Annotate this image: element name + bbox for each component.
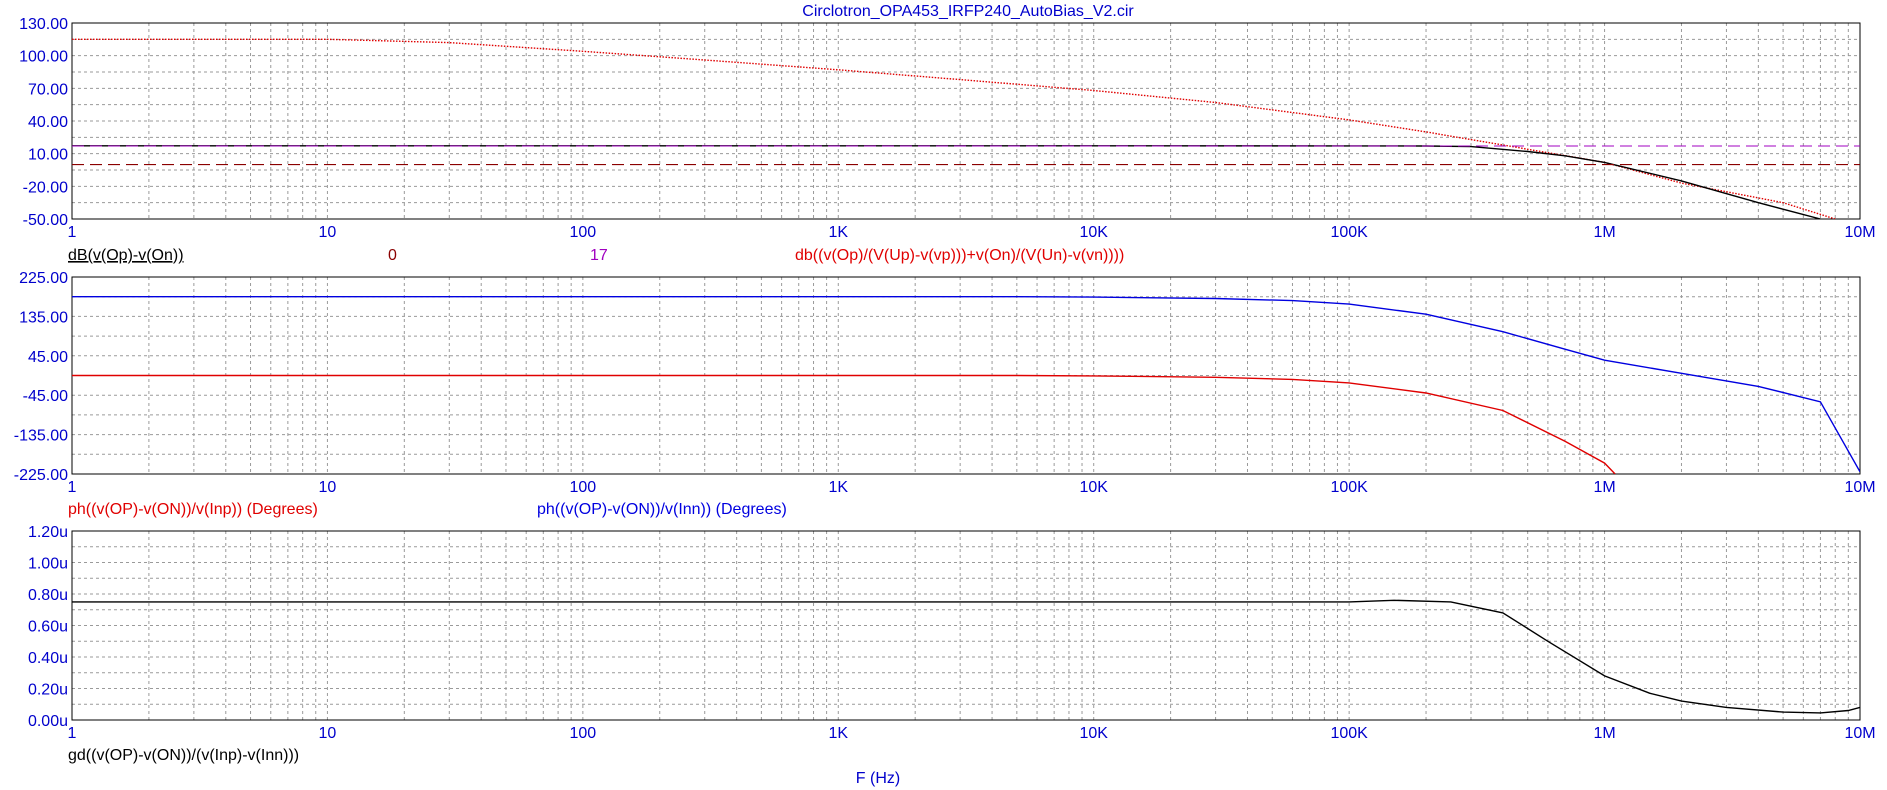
panel-phase: 1 10 100 1K 10K 100K 1M 10M 225.00 135.00 45.00 -45…	[14, 270, 1876, 518]
y-tick-label: 1.20u	[28, 524, 68, 541]
x-tick-label: 100	[570, 224, 597, 241]
x-axis-label: F (Hz)	[856, 770, 900, 787]
plot-title: Circlotron_OPA453_IRFP240_AutoBias_V2.ci…	[802, 3, 1134, 20]
x-tick-label: 1	[68, 725, 77, 742]
x-tick-label: 100K	[1330, 725, 1368, 742]
y-tick-label: 0.00u	[28, 713, 68, 730]
x-tick-label: 1M	[1593, 725, 1615, 742]
x-tick-label: 1K	[828, 725, 848, 742]
x-tick-label: 1M	[1593, 479, 1615, 496]
x-tick-label: 1M	[1593, 224, 1615, 241]
x-tick-label: 100	[570, 725, 597, 742]
legend-entry: db((v(Op)/(V(Up)-v(vp)))+v(On)/(V(Un)-v(…	[795, 247, 1124, 264]
series-line	[72, 145, 1821, 219]
y-tick-label: 100.00	[19, 49, 68, 66]
x-tick-label: 10K	[1079, 725, 1108, 742]
x-tick-label: 10	[319, 725, 337, 742]
y-tick-label: 225.00	[19, 270, 68, 287]
y-tick-label: 45.00	[28, 349, 68, 366]
x-tick-label: 1	[68, 479, 77, 496]
y-tick-label: 0.20u	[28, 682, 68, 699]
y-tick-label: 135.00	[19, 309, 68, 326]
legend-entry: ph((v(OP)-v(ON))/v(Inn)) (Degrees)	[537, 501, 787, 518]
x-tick-label: 10M	[1844, 479, 1875, 496]
x-tick-label: 1K	[828, 224, 848, 241]
legend-entry: 17	[590, 247, 608, 264]
x-tick-label: 100	[570, 479, 597, 496]
plot-canvas: Circlotron_OPA453_IRFP240_AutoBias_V2.ci…	[14, 3, 1876, 787]
legend-entry: gd((v(OP)-v(ON))/(v(Inp)-v(Inn)))	[68, 747, 299, 764]
y-tick-label: -20.00	[23, 179, 68, 196]
x-tick-label: 10M	[1844, 725, 1875, 742]
y-tick-label: 0.40u	[28, 650, 68, 667]
legend-entry: 0	[388, 247, 397, 264]
x-tick-label: 10	[319, 479, 337, 496]
y-tick-label: 10.00	[28, 147, 68, 164]
x-tick-label: 100K	[1330, 479, 1368, 496]
legend-entry: dB(v(Op)-v(On))	[68, 247, 184, 264]
x-tick-label: 1	[68, 224, 77, 241]
series-line	[72, 38, 1836, 219]
series-line	[72, 374, 1616, 474]
y-tick-label: -50.00	[23, 212, 68, 229]
series-line	[72, 296, 1860, 473]
x-tick-label: 10K	[1079, 479, 1108, 496]
y-tick-label: -225.00	[14, 467, 68, 484]
legend-entry: ph((v(OP)-v(ON))/v(Inp)) (Degrees)	[68, 501, 318, 518]
x-tick-label: 10M	[1844, 224, 1875, 241]
x-tick-label: 1K	[828, 479, 848, 496]
y-tick-label: -45.00	[23, 388, 68, 405]
y-tick-label: 130.00	[19, 16, 68, 33]
y-tick-label: 0.80u	[28, 587, 68, 604]
y-tick-label: 1.00u	[28, 556, 68, 573]
y-tick-label: 70.00	[28, 81, 68, 98]
x-tick-label: 10	[319, 224, 337, 241]
panel-gain: 1 10 100 1K 10K 100K 1M 10M 130.00 100.00 70.00 40.…	[19, 16, 1876, 264]
y-tick-label: -135.00	[14, 428, 68, 445]
x-tick-label: 10K	[1079, 224, 1108, 241]
y-tick-label: 40.00	[28, 114, 68, 131]
panel-group-delay: 1 10 100 1K 10K 100K 1M 10M 1.20u 1.00u 0.80u 0.60u…	[28, 524, 1876, 764]
y-tick-label: 0.60u	[28, 619, 68, 636]
x-tick-label: 100K	[1330, 224, 1368, 241]
